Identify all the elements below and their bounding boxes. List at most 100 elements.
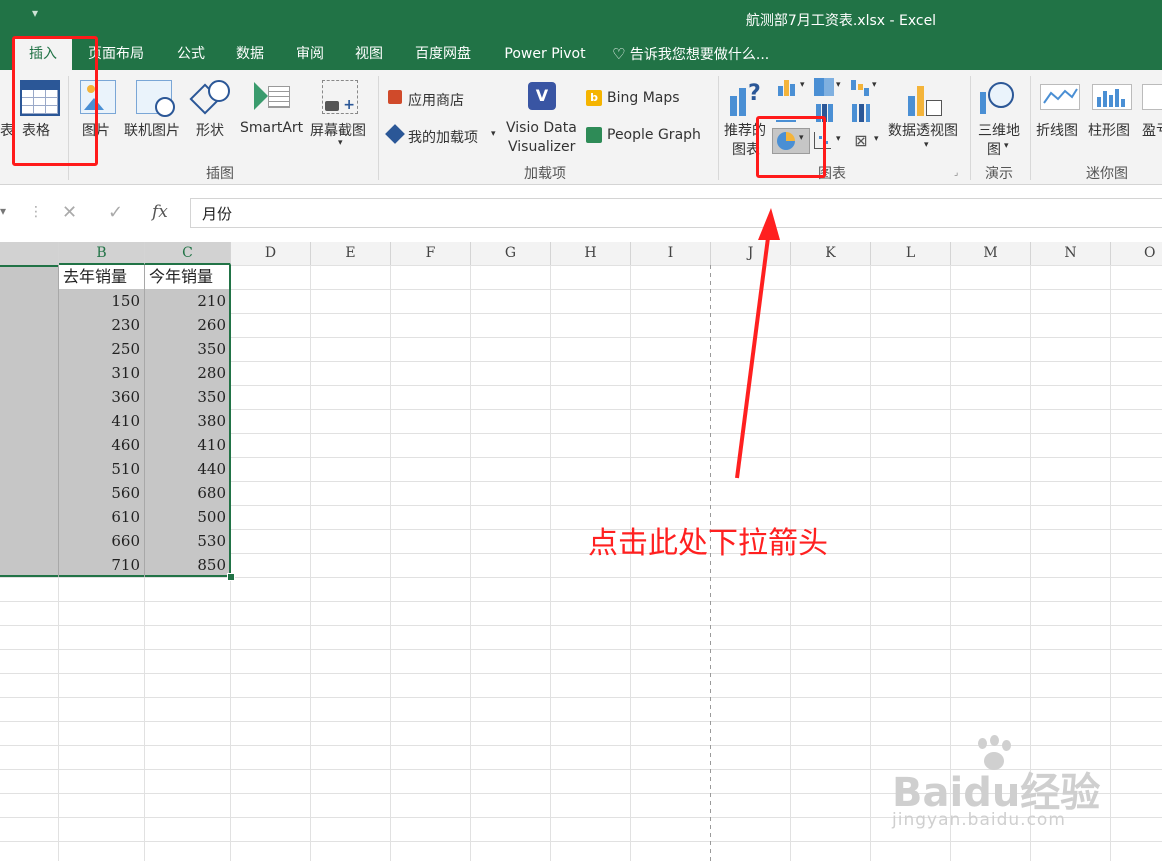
- column-header-m[interactable]: M: [951, 242, 1031, 265]
- table-header-cell[interactable]: 去年销量: [63, 265, 143, 289]
- column-header-i[interactable]: I: [631, 242, 711, 265]
- screenshot-dropdown-icon[interactable]: ▾: [338, 138, 343, 148]
- ribbon-insert: 表 表格 图片 联机图片 形状 SmartArt + 屏幕截图 ▾ 插图 应用商…: [0, 70, 1162, 185]
- column-header-o[interactable]: O: [1111, 242, 1162, 265]
- name-box-dropdown-icon[interactable]: ▾: [0, 204, 6, 218]
- column-header-g[interactable]: G: [471, 242, 551, 265]
- smartart-button[interactable]: SmartArt: [240, 120, 303, 136]
- charts-dialog-launcher-icon[interactable]: ⌟: [954, 168, 958, 178]
- formula-input[interactable]: [190, 198, 1162, 228]
- 3d-map-button[interactable]: 三维地: [978, 120, 1020, 140]
- table-cell[interactable]: 660: [59, 529, 144, 553]
- table-cell[interactable]: 460: [59, 433, 144, 457]
- column-header-b[interactable]: B: [59, 242, 145, 265]
- table-cell[interactable]: 360: [59, 385, 144, 409]
- bing-maps-icon: b: [586, 90, 602, 106]
- table-cell[interactable]: 680: [145, 481, 230, 505]
- hierarchy-chart-dropdown-icon[interactable]: ▾: [836, 80, 841, 90]
- sparkline-column-button[interactable]: 柱形图: [1088, 120, 1130, 140]
- combo-chart-icon[interactable]: [852, 104, 870, 122]
- shapes-button[interactable]: 形状: [196, 120, 224, 140]
- hierarchy-chart-icon[interactable]: [814, 78, 834, 96]
- table-cell[interactable]: 250: [59, 337, 144, 361]
- screenshot-icon: +: [322, 80, 358, 114]
- column-header-n[interactable]: N: [1031, 242, 1111, 265]
- formula-bar-grip: ⋮: [29, 204, 43, 220]
- 3d-map-dropdown-icon[interactable]: ▾: [1004, 141, 1009, 151]
- table-cell[interactable]: 440: [145, 457, 230, 481]
- radar-chart-dropdown-icon[interactable]: ▾: [874, 134, 879, 144]
- table-header-cell[interactable]: 今年销量: [149, 265, 229, 289]
- page-break-line: [710, 265, 711, 861]
- column-header-f[interactable]: F: [391, 242, 471, 265]
- table-cell[interactable]: 230: [59, 313, 144, 337]
- ribbon-tab-bar: 插入 页面布局 公式 数据 审阅 视图 百度网盘 Power Pivot ♡ 告…: [0, 38, 1162, 70]
- pivot-chart-button[interactable]: 数据透视图: [888, 120, 958, 140]
- table-cell[interactable]: 280: [145, 361, 230, 385]
- cancel-icon[interactable]: ✕: [62, 202, 77, 223]
- table-cell[interactable]: 210: [145, 289, 230, 313]
- column-chart-icon[interactable]: [776, 78, 798, 96]
- insert-function-icon[interactable]: fx: [152, 202, 168, 222]
- tab-formulas[interactable]: 公式: [166, 38, 216, 70]
- column-header-h[interactable]: H: [551, 242, 631, 265]
- online-picture-button[interactable]: 联机图片: [124, 120, 180, 140]
- table-cell[interactable]: 710: [59, 553, 144, 577]
- column-header-k[interactable]: K: [791, 242, 871, 265]
- waterfall-chart-dropdown-icon[interactable]: ▾: [872, 80, 877, 90]
- table-cell[interactable]: 410: [59, 409, 144, 433]
- tell-me-text: 告诉我您想要做什么...: [629, 47, 770, 63]
- radar-chart-icon[interactable]: ⊠: [852, 132, 870, 150]
- online-picture-icon: [136, 80, 175, 117]
- title-bar: ▾ 航测部7月工资表.xlsx - Excel: [0, 0, 1162, 38]
- watermark-url: jingyan.baidu.com: [892, 810, 1066, 830]
- my-addins-button[interactable]: 我的加载项: [408, 127, 478, 147]
- people-graph-button[interactable]: People Graph: [607, 127, 701, 143]
- smartart-icon: [254, 82, 290, 110]
- sparkline-line-button[interactable]: 折线图: [1036, 120, 1078, 140]
- table-cell[interactable]: 310: [59, 361, 144, 385]
- bing-maps-button[interactable]: Bing Maps: [607, 90, 680, 106]
- table-cell[interactable]: 260: [145, 313, 230, 337]
- tab-view[interactable]: 视图: [344, 38, 394, 70]
- tab-review[interactable]: 审阅: [285, 38, 335, 70]
- enter-icon[interactable]: ✓: [108, 202, 123, 223]
- table-cell[interactable]: 530: [145, 529, 230, 553]
- column-header-c[interactable]: C: [145, 242, 231, 265]
- tell-me-search[interactable]: ♡ 告诉我您想要做什么...: [612, 38, 792, 70]
- sparkline-line-icon: [1040, 84, 1080, 110]
- store-button[interactable]: 应用商店: [408, 90, 464, 110]
- visio-visualizer-button[interactable]: Visio Data: [506, 120, 577, 136]
- table-cell[interactable]: 560: [59, 481, 144, 505]
- tab-baidu-netdisk[interactable]: 百度网盘: [404, 38, 482, 70]
- waterfall-chart-icon[interactable]: [850, 78, 870, 96]
- sparkline-winloss-icon: [1142, 84, 1162, 110]
- my-addins-icon: [385, 124, 405, 144]
- sparkline-winloss-button[interactable]: 盈亏: [1142, 120, 1162, 140]
- people-graph-icon: [586, 127, 602, 143]
- column-header-row: B C D E F G H I J K L M N O: [0, 242, 1162, 266]
- recommended-charts-icon: ?: [730, 82, 764, 116]
- screenshot-button[interactable]: 屏幕截图: [310, 120, 366, 140]
- table-cell[interactable]: 610: [59, 505, 144, 529]
- table-cell[interactable]: 510: [59, 457, 144, 481]
- scatter-chart-dropdown-icon[interactable]: ▾: [836, 134, 841, 144]
- table-cell[interactable]: 380: [145, 409, 230, 433]
- tab-power-pivot[interactable]: Power Pivot: [494, 38, 596, 70]
- visio-visualizer-label-line2: Visualizer: [508, 139, 576, 155]
- column-header-e[interactable]: E: [311, 242, 391, 265]
- lightbulb-icon: ♡: [612, 45, 626, 63]
- table-cell[interactable]: 350: [145, 337, 230, 361]
- pivot-chart-dropdown-icon[interactable]: ▾: [924, 140, 929, 150]
- tab-data[interactable]: 数据: [225, 38, 275, 70]
- column-header-d[interactable]: D: [231, 242, 311, 265]
- table-cell[interactable]: 150: [59, 289, 144, 313]
- column-header-l[interactable]: L: [871, 242, 951, 265]
- my-addins-dropdown-icon[interactable]: ▾: [491, 129, 496, 139]
- table-cell[interactable]: 350: [145, 385, 230, 409]
- table-cell[interactable]: 500: [145, 505, 230, 529]
- table-cell[interactable]: 850: [145, 553, 230, 577]
- table-cell[interactable]: 410: [145, 433, 230, 457]
- column-header-a[interactable]: [0, 242, 59, 265]
- column-chart-dropdown-icon[interactable]: ▾: [800, 80, 805, 90]
